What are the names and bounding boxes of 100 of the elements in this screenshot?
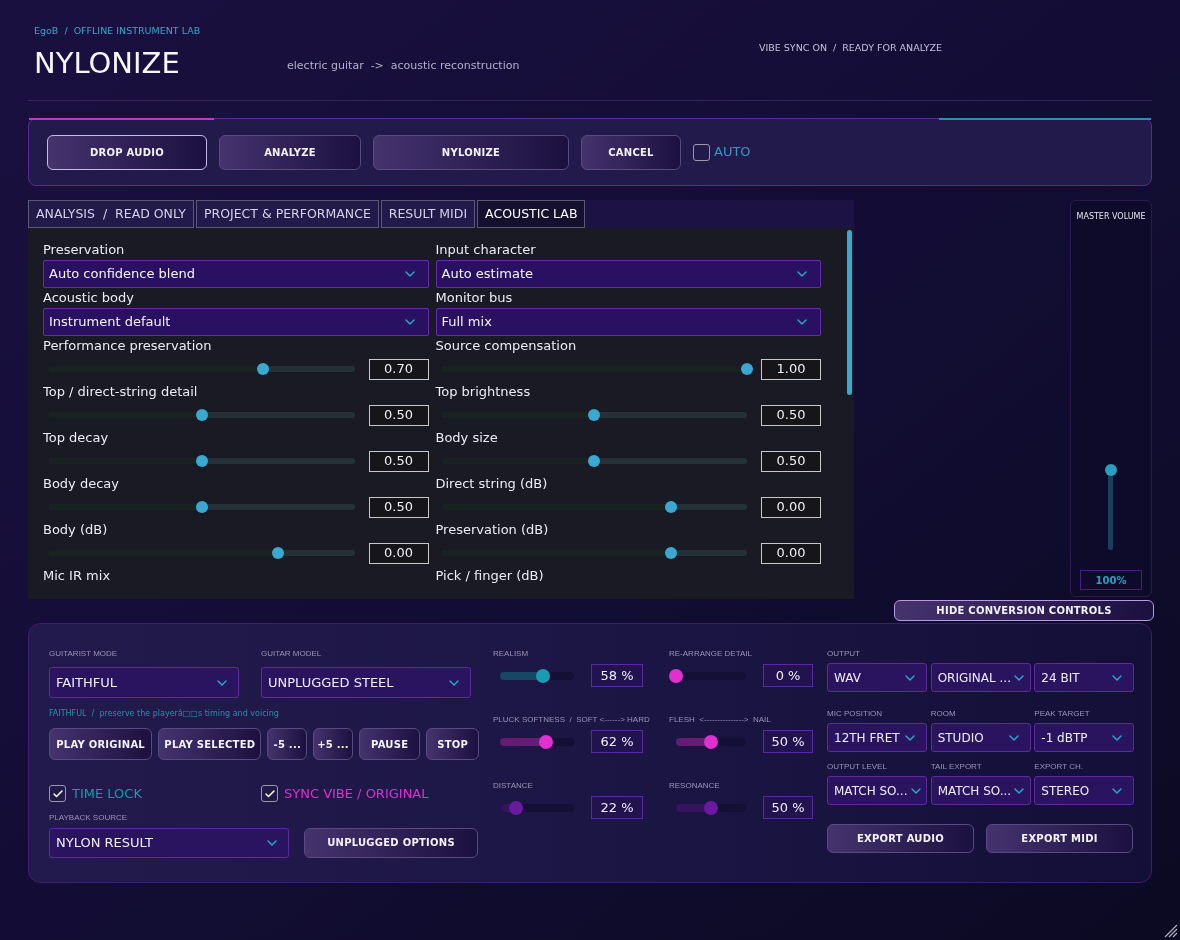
dropdown[interactable]: Auto confidence blend xyxy=(43,260,429,288)
dropdown[interactable]: -1 dBTP xyxy=(1034,723,1135,752)
action-button[interactable]: EXPORT MIDI xyxy=(986,824,1133,853)
value-field[interactable]: 50 % xyxy=(763,796,813,819)
field-label: Acoustic body xyxy=(43,289,135,307)
action-button[interactable]: UNPLUGGED OPTIONS xyxy=(304,827,478,858)
value-field[interactable]: 0.50 xyxy=(368,496,429,518)
value-field[interactable]: 0.50 xyxy=(368,450,429,472)
slider-thumb[interactable] xyxy=(256,363,269,375)
field-label: OUTPUT xyxy=(827,648,861,660)
checkbox[interactable] xyxy=(693,143,710,161)
dropdown[interactable]: UNPLUGGED STEEL xyxy=(261,667,471,698)
field-label: ROOM xyxy=(930,708,957,720)
action-button[interactable]: ANALYZE xyxy=(219,134,361,170)
scrollbar[interactable] xyxy=(847,230,852,395)
slider-thumb[interactable] xyxy=(535,668,550,683)
field-label: PLAYBACK SOURCE xyxy=(49,811,129,824)
value-field[interactable]: 1.00 xyxy=(761,358,821,380)
field-label: DISTANCE xyxy=(493,780,534,792)
field-label: Body decay xyxy=(43,475,120,493)
action-button[interactable]: +5 ... xyxy=(313,728,353,760)
slider-thumb[interactable] xyxy=(195,455,208,467)
value-field[interactable]: 0 % xyxy=(763,664,813,687)
status-text: VIBE SYNC ON / READY FOR ANALYZE xyxy=(758,41,942,55)
dropdown[interactable]: Auto estimate xyxy=(435,260,821,288)
dropdown[interactable]: MATCH SO... xyxy=(930,776,1031,805)
value-field[interactable]: 62 % xyxy=(591,730,643,753)
resize-grip-icon[interactable] xyxy=(1162,922,1178,938)
field-label: Mic IR mix xyxy=(43,567,112,585)
dropdown[interactable]: STEREO xyxy=(1034,776,1135,805)
slider-thumb[interactable] xyxy=(588,409,601,421)
dropdown[interactable]: MATCH SO... xyxy=(827,776,927,805)
dropdown[interactable]: 12TH FRET xyxy=(827,723,927,752)
dropdown[interactable]: FAITHFUL xyxy=(49,667,239,698)
slider-thumb[interactable] xyxy=(664,547,677,559)
slider-thumb[interactable] xyxy=(195,409,208,421)
checkbox-label: TIME LOCK xyxy=(72,785,142,803)
value-field[interactable]: 50 % xyxy=(763,730,813,753)
mode-hint: FAITHFUL / preserve the playerâ□□s timing and voicing xyxy=(49,708,280,720)
value-field[interactable]: 0.50 xyxy=(761,404,821,426)
slider-thumb[interactable] xyxy=(272,547,285,559)
tab[interactable]: ACOUSTIC LAB xyxy=(477,200,586,228)
field-label: Preservation (dB) xyxy=(435,521,550,539)
dropdown[interactable]: NYLON RESULT xyxy=(49,827,289,858)
field-label: TAIL EXPORT xyxy=(930,761,983,773)
field-label: Top decay xyxy=(43,429,110,447)
action-button[interactable]: EXPORT AUDIO xyxy=(827,824,974,853)
subtitle: electric guitar -> acoustic reconstruction xyxy=(287,57,520,74)
action-button[interactable]: -5 ... xyxy=(267,728,308,760)
action-button[interactable]: NYLONIZE xyxy=(373,134,569,170)
field-label: PLUCK SOFTNESS / SOFT <------> HARD xyxy=(493,714,651,726)
action-button[interactable]: HIDE CONVERSION CONTROLS xyxy=(894,600,1154,621)
tab[interactable]: ANALYSIS / READ ONLY xyxy=(28,200,194,228)
value-field[interactable]: 0.50 xyxy=(368,404,429,426)
action-button[interactable]: DROP AUDIO xyxy=(47,134,207,170)
slider-thumb[interactable] xyxy=(704,734,719,749)
tab[interactable]: RESULT MIDI xyxy=(380,200,476,228)
slider-thumb[interactable] xyxy=(664,501,677,513)
field-label: FLESH <---------------> NAIL xyxy=(669,714,772,726)
checkbox[interactable] xyxy=(261,785,278,803)
slider-thumb[interactable] xyxy=(704,800,719,815)
action-button[interactable]: STOP xyxy=(426,728,479,760)
field-label: RESONANCE xyxy=(669,780,721,792)
checkmark-icon xyxy=(51,787,64,800)
value-field[interactable]: 0.00 xyxy=(368,542,429,564)
action-button[interactable]: CANCEL xyxy=(581,134,681,170)
volume-slider-thumb[interactable] xyxy=(1105,464,1117,476)
value-field[interactable]: 58 % xyxy=(591,664,643,687)
value-field[interactable]: 0.00 xyxy=(761,542,821,564)
field-label: Preservation xyxy=(43,241,126,259)
dropdown[interactable]: Full mix xyxy=(435,308,821,336)
action-button[interactable]: PAUSE xyxy=(358,728,421,760)
checkmark-icon xyxy=(263,787,276,800)
slider-thumb[interactable] xyxy=(588,455,601,467)
value-field[interactable]: 0.00 xyxy=(761,496,821,518)
dropdown[interactable]: 24 BIT xyxy=(1034,663,1135,692)
slider-thumb[interactable] xyxy=(509,800,524,815)
dropdown[interactable]: Instrument default xyxy=(43,308,429,336)
value-field[interactable]: 0.50 xyxy=(761,450,821,472)
field-label: EXPORT CH. xyxy=(1034,761,1084,773)
action-button[interactable]: PLAY SELECTED xyxy=(158,728,262,760)
slider-thumb[interactable] xyxy=(195,501,208,513)
dropdown[interactable]: STUDIO xyxy=(930,723,1031,752)
dropdown[interactable]: ORIGINAL ... xyxy=(930,663,1031,692)
slider-thumb[interactable] xyxy=(669,668,683,683)
action-button[interactable]: PLAY ORIGINAL xyxy=(49,728,153,760)
dropdown[interactable]: WAV xyxy=(827,663,927,692)
value-field[interactable]: 0.70 xyxy=(368,358,429,380)
panel-title: MASTER VOLUME xyxy=(1076,211,1146,223)
field-label: GUITARIST MODE xyxy=(49,648,119,660)
field-label: Input character xyxy=(435,241,537,259)
breadcrumb: EgoB / OFFLINE INSTRUMENT LAB xyxy=(34,24,202,38)
tab[interactable]: PROJECT & PERFORMANCE xyxy=(195,200,379,228)
checkbox[interactable] xyxy=(49,785,66,803)
field-label: OUTPUT LEVEL xyxy=(827,761,888,773)
value-field[interactable]: 22 % xyxy=(591,796,643,819)
slider-thumb[interactable] xyxy=(538,734,553,749)
slider-thumb[interactable] xyxy=(741,363,753,375)
checkbox-label: SYNC VIBE / ORIGINAL xyxy=(284,785,429,803)
field-label: REALISM xyxy=(493,648,530,660)
